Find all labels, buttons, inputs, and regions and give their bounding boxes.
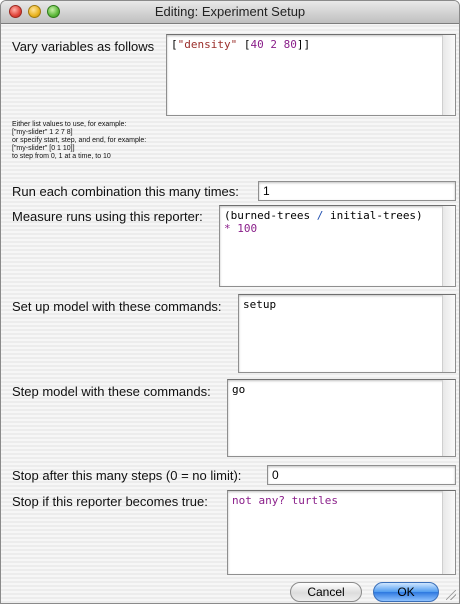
vary-variables-label: Vary variables as follows: [12, 39, 155, 54]
setup-commands-code: setup: [243, 298, 277, 311]
measure-reporter-editor[interactable]: (burned-trees / initial-trees) * 100: [219, 205, 456, 287]
go-commands-editor[interactable]: go: [227, 379, 456, 457]
ok-button[interactable]: OK: [373, 582, 439, 602]
setup-commands-editor[interactable]: setup: [238, 294, 456, 373]
code-string: "density": [177, 38, 238, 51]
exit-condition-editor[interactable]: not any? turtles: [227, 490, 456, 575]
exit-condition-label: Stop if this reporter becomes true:: [12, 494, 208, 509]
vary-variables-code: ["density" [40 2 80]]: [171, 38, 439, 51]
code-number: 100: [237, 222, 258, 235]
code-numbers: 40 2 80: [250, 38, 297, 51]
repetitions-label: Run each combination this many times:: [12, 184, 239, 199]
code-text: initial-trees): [323, 209, 423, 222]
title-bar[interactable]: Editing: Experiment Setup: [1, 1, 459, 24]
setup-commands-scrollbar[interactable]: [442, 295, 455, 372]
help-line: to step from 0, 1 at a time, to 10: [12, 153, 111, 160]
measure-reporter-label: Measure runs using this reporter:: [12, 209, 203, 224]
window-title: Editing: Experiment Setup: [154, 4, 306, 19]
measure-reporter-code: (burned-trees / initial-trees) * 100: [224, 209, 439, 235]
time-limit-input[interactable]: 0: [267, 465, 456, 485]
go-commands-code: go: [232, 383, 246, 396]
code-bracket: [: [237, 38, 251, 51]
exit-condition-scrollbar[interactable]: [442, 491, 455, 574]
vary-variables-editor[interactable]: ["density" [40 2 80]]: [166, 34, 456, 116]
exit-condition-code: not any? turtles: [232, 494, 338, 507]
vary-variables-help: Either list values to use, for example: …: [12, 121, 146, 161]
help-line: Either list values to use, for example:: [12, 121, 127, 128]
code-text: (burned-trees: [224, 209, 317, 222]
repetitions-input[interactable]: 1: [258, 181, 456, 201]
vary-variables-scrollbar[interactable]: [442, 35, 455, 115]
help-line: or specify start, step, and end, for exa…: [12, 137, 147, 144]
setup-commands-label: Set up model with these commands:: [12, 299, 222, 314]
go-commands-scrollbar[interactable]: [442, 380, 455, 456]
time-limit-label: Stop after this many steps (0 = no limit…: [12, 468, 242, 483]
measure-reporter-scrollbar[interactable]: [442, 206, 455, 286]
cancel-button[interactable]: Cancel: [290, 582, 362, 602]
code-bracket: [: [171, 38, 178, 51]
help-line: ["my-slider" [0 1 10]]: [12, 145, 75, 152]
go-commands-label: Step model with these commands:: [12, 384, 211, 399]
help-line: ["my-slider" 1 2 7 8]: [12, 129, 73, 136]
resize-grip-icon[interactable]: [446, 590, 456, 600]
experiment-setup-window: Editing: Experiment Setup Vary variables…: [0, 0, 460, 604]
code-operator: *: [224, 222, 231, 235]
code-bracket: ]]: [296, 38, 311, 51]
